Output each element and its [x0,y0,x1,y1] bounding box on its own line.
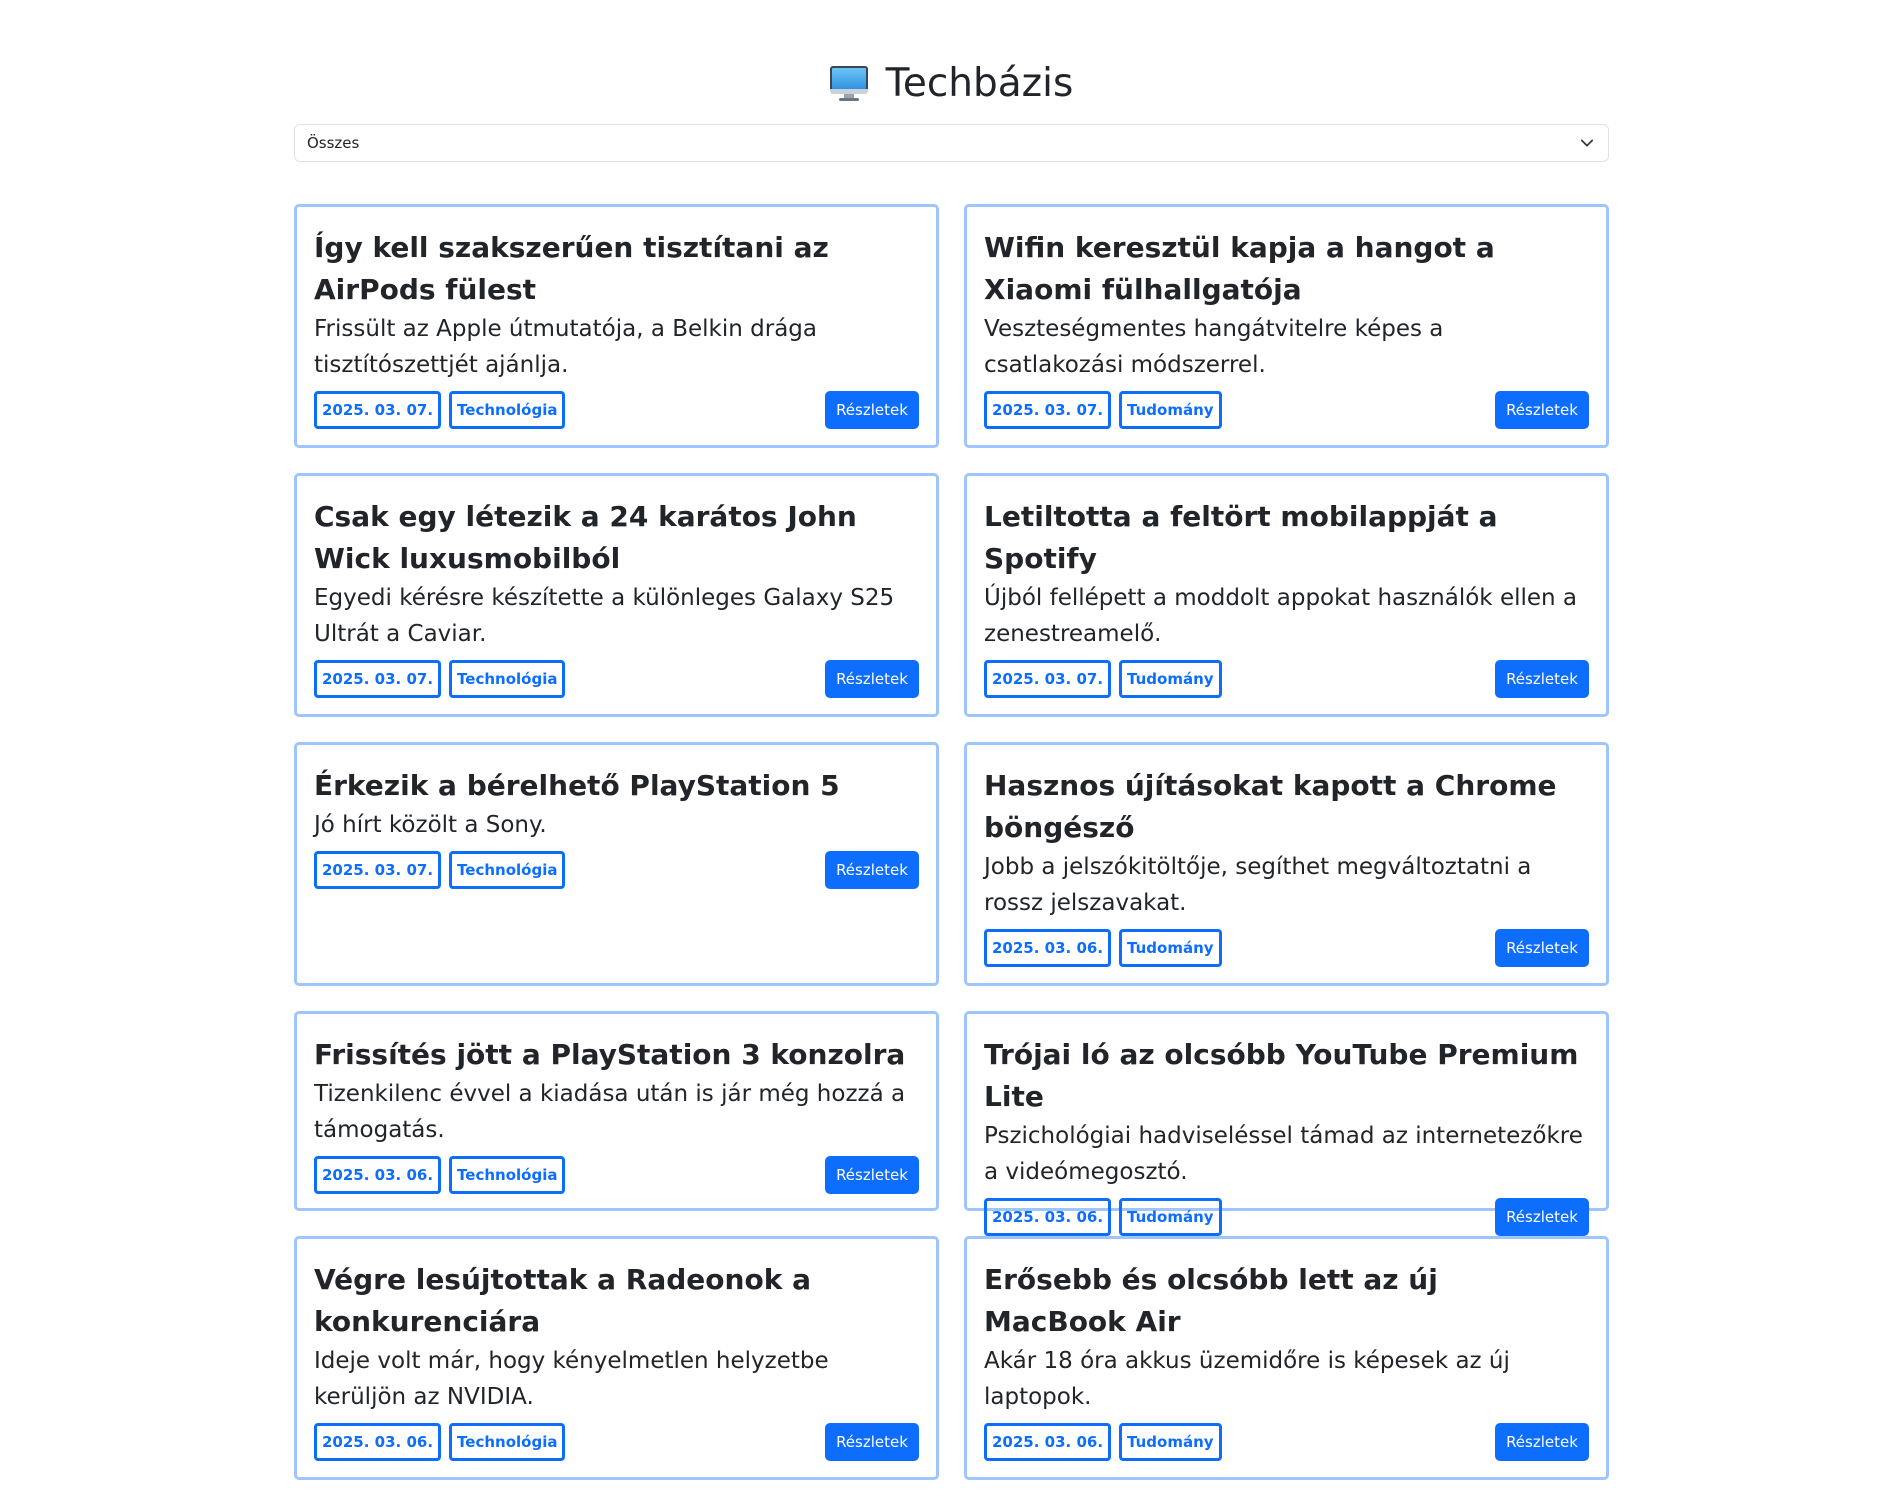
details-button[interactable]: Részletek [1495,660,1589,698]
article-title: Végre lesújtottak a Radeonok a konkurenc… [314,1263,811,1338]
details-button[interactable]: Részletek [825,1156,919,1194]
article-card: Erősebb és olcsóbb lett az új MacBook Ai… [964,1236,1609,1480]
article-lead: Tizenkilenc évvel a kiadása után is jár … [314,1081,906,1143]
article-lead: Ideje volt már, hogy kényelmetlen helyze… [314,1348,829,1410]
article-lead: Akár 18 óra akkus üzemidőre is képesek a… [984,1348,1510,1410]
article-lead: Veszteségmentes hangátvitelre képes a cs… [984,316,1444,378]
date-badge: 2025. 03. 07. [984,660,1112,698]
article-card: Wifin keresztül kapja a hangot a Xiaomi … [964,204,1609,448]
details-button[interactable]: Részletek [825,660,919,698]
date-badge: 2025. 03. 06. [984,1423,1112,1461]
date-badge: 2025. 03. 07. [984,391,1112,429]
date-badge: 2025. 03. 07. [314,660,442,698]
article-lead: Jó hírt közölt a Sony. [314,812,547,838]
article-title: Frissítés jött a PlayStation 3 konzolra [314,1038,906,1071]
date-badge: 2025. 03. 07. [314,851,442,889]
article-card: Hasznos újításokat kapott a Chrome böngé… [964,742,1609,986]
article-title: Letiltotta a feltört mobilappját a Spoti… [984,500,1498,575]
details-button[interactable]: Részletek [825,1423,919,1461]
category-badge: Technológia [449,660,566,698]
page-title: Techbázis [294,58,1609,108]
date-badge: 2025. 03. 06. [984,1198,1112,1236]
category-badge: Tudomány [1119,660,1222,698]
date-badge: 2025. 03. 07. [314,391,442,429]
details-button[interactable]: Részletek [825,851,919,889]
details-button[interactable]: Részletek [1495,1423,1589,1461]
category-badge: Tudomány [1119,1423,1222,1461]
date-badge: 2025. 03. 06. [314,1156,442,1194]
category-filter-value: Összes [307,134,360,152]
category-badge: Technológia [449,851,566,889]
category-badge: Technológia [449,391,566,429]
category-badge: Tudomány [1119,391,1222,429]
article-card: Letiltotta a feltört mobilappját a Spoti… [964,473,1609,717]
article-lead: Pszichológiai hadviseléssel támad az int… [984,1123,1583,1185]
article-card: Frissítés jött a PlayStation 3 konzolra … [294,1011,939,1211]
site-name: Techbázis [885,60,1074,106]
computer-monitor-icon [829,64,870,102]
main-container: Techbázis Összes Így kell szakszerűen ti… [294,0,1609,1480]
article-lead: Egyedi kérésre készítette a különleges G… [314,585,895,647]
article-card: Trójai ló az olcsóbb YouTube Premium Lit… [964,1011,1609,1236]
details-button[interactable]: Részletek [1495,929,1589,967]
article-title: Erősebb és olcsóbb lett az új MacBook Ai… [984,1263,1438,1338]
article-title: Így kell szakszerűen tisztítani az AirPo… [314,231,829,306]
article-lead: Frissült az Apple útmutatója, a Belkin d… [314,316,817,378]
article-lead: Jobb a jelszókitöltője, segíthet megvált… [984,854,1532,916]
category-badge: Technológia [449,1156,566,1194]
details-button[interactable]: Részletek [1495,391,1589,429]
details-button[interactable]: Részletek [825,391,919,429]
article-grid: Így kell szakszerűen tisztítani az AirPo… [294,204,1609,1480]
category-badge: Technológia [449,1423,566,1461]
chevron-down-icon [1580,139,1594,147]
details-button[interactable]: Részletek [1495,1198,1589,1236]
article-card: Csak egy létezik a 24 karátos John Wick … [294,473,939,717]
article-title: Érkezik a bérelhető PlayStation 5 [314,769,840,802]
article-title: Wifin keresztül kapja a hangot a Xiaomi … [984,231,1495,306]
article-card: Végre lesújtottak a Radeonok a konkurenc… [294,1236,939,1480]
article-title: Trójai ló az olcsóbb YouTube Premium Lit… [984,1038,1579,1113]
article-lead: Újból fellépett a moddolt appokat haszná… [984,585,1578,647]
article-card: Így kell szakszerűen tisztítani az AirPo… [294,204,939,448]
category-badge: Tudomány [1119,929,1222,967]
article-title: Csak egy létezik a 24 karátos John Wick … [314,500,857,575]
article-card: Érkezik a bérelhető PlayStation 5 Jó hír… [294,742,939,986]
article-title: Hasznos újításokat kapott a Chrome böngé… [984,769,1557,844]
date-badge: 2025. 03. 06. [984,929,1112,967]
date-badge: 2025. 03. 06. [314,1423,442,1461]
category-badge: Tudomány [1119,1198,1222,1236]
category-filter-select[interactable]: Összes [294,124,1609,162]
